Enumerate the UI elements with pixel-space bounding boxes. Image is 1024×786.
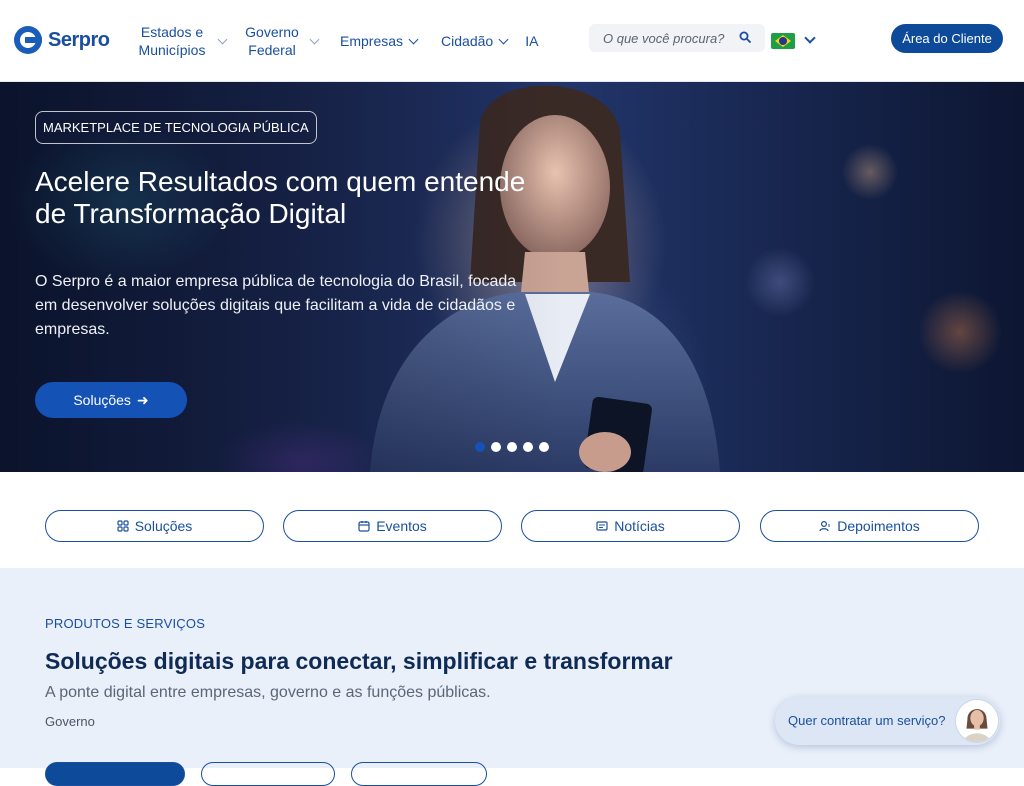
brazil-flag-icon[interactable] — [771, 33, 795, 49]
quick-link-label: Notícias — [614, 518, 665, 534]
chat-widget[interactable]: Quer contratar um serviço? — [775, 697, 1000, 745]
chevron-down-icon — [408, 34, 419, 44]
main-nav: Estados e Municípios Governo Federal Emp… — [132, 0, 552, 82]
chat-label: Quer contratar um serviço? — [788, 713, 946, 728]
search-icon[interactable] — [739, 31, 751, 43]
nav-empresas[interactable]: Empresas — [340, 32, 419, 50]
section-eyebrow: PRODUTOS E SERVIÇOS — [45, 616, 206, 631]
assistant-avatar[interactable] — [955, 699, 999, 743]
category-tabs — [45, 762, 487, 786]
hero-badge: MARKETPLACE DE TECNOLOGIA PÚBLICA — [35, 111, 317, 144]
serpro-logo[interactable]: Serpro — [14, 26, 110, 54]
search-input[interactable] — [603, 30, 733, 46]
quick-link-label: Depoimentos — [837, 518, 920, 534]
client-area-button[interactable]: Área do Cliente — [891, 24, 1003, 53]
chevron-down-icon — [309, 34, 320, 44]
chevron-down-icon — [498, 34, 509, 44]
logo-text: Serpro — [48, 28, 110, 51]
carousel-dot[interactable] — [507, 442, 517, 452]
serpro-logo-icon — [14, 26, 42, 54]
nav-label: Estados e Municípios — [138, 24, 206, 58]
nav-estados-municipios[interactable]: Estados e Municípios — [132, 23, 228, 59]
nav-governo-federal[interactable]: Governo Federal — [240, 23, 320, 59]
quick-links-bar: Soluções Eventos Notícias Depoimentos — [0, 472, 1024, 568]
carousel-dot[interactable] — [523, 442, 533, 452]
calendar-icon — [358, 521, 370, 532]
chevron-down-icon — [217, 34, 228, 44]
news-icon — [596, 521, 608, 531]
nav-label: Governo Federal — [245, 24, 299, 58]
hero-description: O Serpro é a maior empresa pública de te… — [35, 273, 517, 338]
carousel-dot[interactable] — [539, 442, 549, 452]
arrow-right-icon: ➜ — [136, 391, 149, 408]
carousel-dot[interactable] — [491, 442, 501, 452]
hero-button-label: Soluções — [73, 392, 131, 408]
grid-icon — [117, 520, 129, 532]
category-tab[interactable] — [45, 762, 185, 786]
nav-cidadao[interactable]: Cidadão — [441, 32, 509, 50]
quick-link-depoimentos[interactable]: Depoimentos — [760, 510, 979, 542]
carousel-dot[interactable] — [475, 442, 485, 452]
flag-circle — [779, 37, 787, 45]
category-tab[interactable] — [201, 762, 335, 786]
search-box — [589, 24, 765, 52]
hero-title: Acelere Resultados com quem entende de T… — [35, 166, 526, 229]
hero-banner: MARKETPLACE DE TECNOLOGIA PÚBLICA Aceler… — [0, 82, 1024, 472]
quick-link-eventos[interactable]: Eventos — [283, 510, 502, 542]
category-label: Governo — [45, 714, 95, 729]
site-header: Serpro Estados e Municípios Governo Fede… — [0, 0, 1024, 82]
quick-link-noticias[interactable]: Notícias — [521, 510, 740, 542]
nav-ia[interactable]: IA — [525, 32, 538, 50]
hero-solutions-button[interactable]: Soluções ➜ — [35, 382, 187, 418]
quick-link-label: Soluções — [134, 518, 193, 534]
language-chevron-icon[interactable] — [804, 32, 816, 44]
quick-link-label: Eventos — [376, 518, 427, 534]
section-title: Soluções digitais para conectar, simplif… — [45, 648, 673, 674]
user-testimonial-icon — [819, 520, 830, 532]
category-tab[interactable] — [351, 762, 487, 786]
section-subtitle: A ponte digital entre empresas, governo … — [45, 684, 491, 701]
carousel-dots — [475, 442, 549, 452]
nav-label: IA — [525, 33, 539, 49]
nav-label: Cidadão — [441, 33, 494, 49]
nav-label: Empresas — [340, 33, 404, 49]
quick-link-solucoes[interactable]: Soluções — [45, 510, 264, 542]
